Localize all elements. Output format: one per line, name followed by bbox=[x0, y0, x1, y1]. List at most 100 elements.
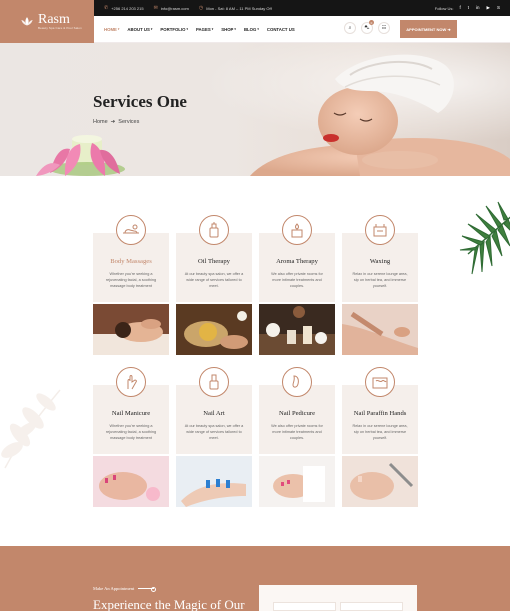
top-info-bar: ✆ +256 214 203 215 ✉ info@rasm.com ◷ Mon… bbox=[94, 0, 510, 16]
service-card-nail-paraffin-hands[interactable]: Nail Paraffin Hands Relax in our serene … bbox=[342, 367, 418, 507]
candle-icon bbox=[282, 215, 312, 245]
service-name[interactable]: Waxing bbox=[342, 258, 418, 265]
service-name[interactable]: Oil Therapy bbox=[176, 258, 252, 265]
service-desc: Relax in our serene lounge area, sip on … bbox=[352, 272, 408, 288]
wax-pot-icon bbox=[365, 215, 395, 245]
nav-label: CONTACT US bbox=[266, 26, 295, 32]
nail-art-photo bbox=[176, 456, 252, 507]
body-massage-photo bbox=[93, 304, 169, 355]
service-card-waxing[interactable]: Waxing Relax in our serene lounge area, … bbox=[342, 215, 418, 355]
service-desc: Whether you're seeking a rejuvenating fa… bbox=[105, 272, 157, 288]
service-card-nail-pedicure[interactable]: Nail Pedicure We also offer private room… bbox=[259, 367, 335, 507]
leaf-watermark-decoration bbox=[1, 389, 61, 469]
oil-bottle-icon bbox=[199, 215, 229, 245]
hours-text: Mon - Sat: 8 AM – 11 PM Sunday Off bbox=[206, 5, 272, 11]
service-card-nail-art[interactable]: Nail Art At our beauty spa salon, we off… bbox=[176, 367, 252, 507]
youtube-icon[interactable]: ▶ bbox=[487, 5, 490, 11]
brand-name: Rasm bbox=[38, 12, 70, 27]
service-desc: Relax in our serene lounge area, sip on … bbox=[352, 424, 408, 440]
paraffin-bath-icon bbox=[365, 367, 395, 397]
nav-item-about[interactable]: ABOUT US ▾ bbox=[127, 27, 152, 32]
appointment-button[interactable]: APPOINTMENT NOW ➜ bbox=[400, 20, 457, 38]
clock-icon: ◷ bbox=[198, 5, 204, 11]
lotus-logo-icon bbox=[21, 16, 33, 25]
nav-label: SHOP bbox=[221, 26, 234, 32]
service-name[interactable]: Nail Art bbox=[176, 410, 252, 417]
nav-item-contact[interactable]: CONTACT US bbox=[267, 27, 295, 32]
appointment-heading: Experience the Magic of Our bbox=[93, 597, 245, 611]
nav-label: BLOG bbox=[243, 26, 257, 32]
foot-icon bbox=[282, 367, 312, 397]
nav-label: PORTFOLIO bbox=[160, 26, 186, 32]
hours-info: ◷ Mon - Sat: 8 AM – 11 PM Sunday Off bbox=[199, 5, 272, 11]
service-desc: We also offer private rooms for more int… bbox=[271, 424, 323, 440]
name-field[interactable] bbox=[273, 602, 336, 611]
service-name[interactable]: Aroma Therapy bbox=[259, 258, 335, 265]
cart-icon[interactable]: ⛍ 0 bbox=[361, 20, 374, 34]
email-text: info@rasm.com bbox=[160, 5, 189, 11]
nav-item-shop[interactable]: SHOP ▾ bbox=[221, 27, 236, 32]
arrow-right-icon: ➔ bbox=[110, 119, 116, 125]
hand-nail-icon bbox=[116, 367, 146, 397]
nail-paraffin-photo bbox=[342, 456, 418, 507]
breadcrumb-current: Services bbox=[118, 119, 140, 125]
facebook-icon[interactable]: f bbox=[459, 5, 460, 11]
service-name[interactable]: Nail Pedicure bbox=[259, 410, 335, 417]
nav-item-blog[interactable]: BLOG ▾ bbox=[244, 27, 259, 32]
service-name[interactable]: Body Massages bbox=[93, 258, 169, 265]
page-hero: Services One Home ➔ Services bbox=[0, 43, 510, 176]
search-icon[interactable]: ⌕ bbox=[344, 22, 356, 34]
service-desc: Whether you're seeking a rejuvenating fa… bbox=[105, 424, 157, 440]
nav-label: PAGES bbox=[195, 26, 211, 32]
service-name[interactable]: Nail Manicure bbox=[93, 410, 169, 417]
service-desc: At our beauty spa salon, we offer a wide… bbox=[184, 272, 244, 288]
nail-manicure-photo bbox=[93, 456, 169, 507]
nav-item-portfolio[interactable]: PORTFOLIO ▾ bbox=[160, 27, 188, 32]
breadcrumb: Home ➔ Services bbox=[93, 119, 139, 125]
service-desc: We also offer private rooms for more int… bbox=[271, 272, 323, 288]
appointment-section: Make An Appointment Experience the Magic… bbox=[0, 546, 510, 611]
main-nav: HOME ▾ ABOUT US ▾ PORTFOLIO ▾ PAGES ▾ SHOP ▾ … bbox=[104, 27, 295, 32]
logo[interactable]: Rasm Beauty Spa Care & Pool Salon bbox=[0, 0, 94, 43]
chevron-down-icon: ▾ bbox=[234, 27, 236, 31]
service-card-aroma-therapy[interactable]: Aroma Therapy We also offer private room… bbox=[259, 215, 335, 355]
mail-icon: ✉ bbox=[153, 5, 158, 11]
chevron-down-icon: ▾ bbox=[257, 27, 259, 31]
appointment-kicker: Make An Appointment bbox=[93, 586, 157, 592]
main-navbar: HOME ▾ ABOUT US ▾ PORTFOLIO ▾ PAGES ▾ SHOP ▾ … bbox=[94, 16, 510, 43]
palm-leaf-decoration bbox=[459, 201, 510, 275]
email-info[interactable]: ✉ info@rasm.com bbox=[154, 5, 189, 11]
chevron-down-icon: ▾ bbox=[150, 27, 153, 31]
chevron-down-icon: ▾ bbox=[211, 27, 214, 31]
service-card-oil-therapy[interactable]: Oil Therapy At our beauty spa salon, we … bbox=[176, 215, 252, 355]
hero-spa-woman-image bbox=[0, 43, 510, 176]
massage-icon bbox=[116, 215, 146, 245]
service-card-nail-manicure[interactable]: Nail Manicure Whether you're seeking a r… bbox=[93, 367, 169, 507]
nail-pedicure-photo bbox=[259, 456, 335, 507]
nav-item-pages[interactable]: PAGES ▾ bbox=[196, 27, 213, 32]
nav-label: HOME bbox=[104, 26, 117, 32]
breadcrumb-home-link[interactable]: Home bbox=[93, 119, 108, 125]
social-links: f t in ▶ S bbox=[459, 5, 500, 11]
page-title: Services One bbox=[93, 92, 187, 111]
phone-info: ✆ +256 214 203 215 bbox=[104, 5, 144, 11]
menu-grid-icon[interactable]: ☷ bbox=[378, 22, 390, 34]
follow-label: Follow Us: bbox=[434, 5, 454, 11]
phone-text: +256 214 203 215 bbox=[111, 5, 144, 11]
kicker-text: Make An Appointment bbox=[93, 586, 135, 591]
service-name[interactable]: Nail Paraffin Hands bbox=[342, 410, 418, 417]
nail-polish-icon bbox=[199, 367, 229, 397]
aroma-therapy-photo bbox=[259, 304, 335, 355]
service-card-body-massages[interactable]: Body Massages Whether you're seeking a r… bbox=[93, 215, 169, 355]
linkedin-icon[interactable]: in bbox=[476, 5, 480, 11]
skype-icon[interactable]: S bbox=[497, 5, 500, 11]
nav-item-home[interactable]: HOME ▾ bbox=[104, 27, 119, 32]
service-desc: At our beauty spa salon, we offer a wide… bbox=[184, 424, 244, 440]
cart-count-badge: 0 bbox=[369, 20, 374, 25]
oil-therapy-photo bbox=[176, 304, 252, 355]
phone-icon: ✆ bbox=[104, 5, 109, 11]
twitter-icon[interactable]: t bbox=[468, 5, 469, 11]
nav-label: ABOUT US bbox=[127, 26, 150, 32]
chevron-down-icon: ▾ bbox=[117, 27, 120, 31]
email-field[interactable] bbox=[340, 602, 403, 611]
